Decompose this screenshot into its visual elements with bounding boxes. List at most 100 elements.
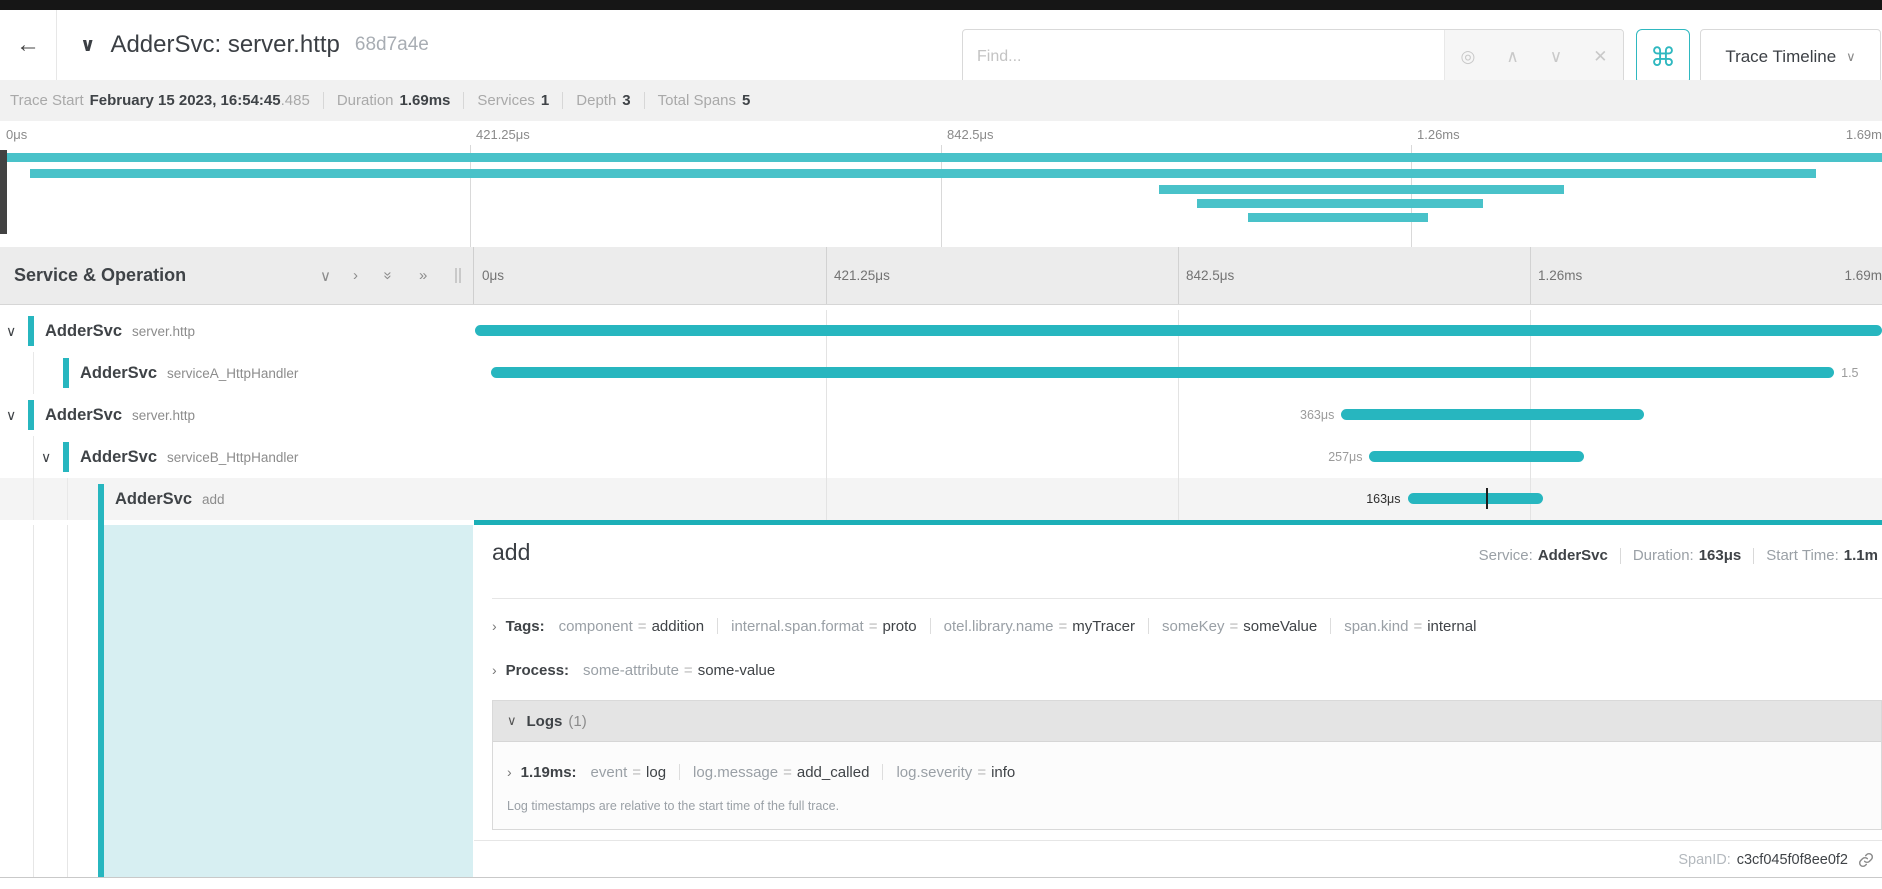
span-name-cell[interactable]: ∨AdderSvcserver.http (0, 310, 474, 352)
timeline-tick-line (1178, 247, 1179, 304)
kv-key: log.message (693, 764, 778, 781)
separator (679, 764, 680, 780)
minimap-span-bar (5, 153, 1882, 162)
log-fields-list: event=loglog.message=add_calledlog.sever… (591, 764, 1016, 781)
chevron-down-icon[interactable]: ∨ (80, 34, 95, 57)
timeline-tick-label: 1.69m (1844, 247, 1882, 304)
operation-name: server.http (132, 408, 195, 423)
back-button[interactable]: ← (0, 10, 57, 81)
span-id-label: SpanID: (1678, 852, 1730, 868)
span-row[interactable]: ∨AdderSvcserver.http 363μs (0, 394, 1882, 436)
logs-header[interactable]: ∨ Logs (1) (493, 701, 1881, 742)
tags-section-row[interactable]: › Tags: component=additioninternal.span.… (492, 611, 1882, 641)
expand-chevron-icon[interactable]: ∨ (6, 394, 16, 436)
kv-value: some-value (698, 662, 776, 679)
trace-minimap[interactable]: 0μs 421.25μs 842.5μs 1.26ms 1.69m (0, 121, 1882, 248)
chevron-right-icon: › (492, 662, 497, 678)
minimap-span-bar (30, 169, 1816, 178)
separator (930, 618, 931, 634)
find-icon-zone: ◎ ∧ ∨ ✕ (1444, 30, 1623, 84)
services-value: 1 (541, 92, 549, 109)
chevron-right-icon: › (492, 618, 497, 634)
span-duration-label: 257μs (1328, 436, 1362, 478)
kv-value: addition (652, 618, 705, 635)
span-bar[interactable] (1408, 493, 1544, 504)
span-name[interactable]: AdderSvcserviceA_HttpHandler (0, 352, 474, 394)
link-icon[interactable] (1858, 852, 1874, 868)
expand-one-chevron-right-icon[interactable]: › (353, 247, 358, 304)
trace-header: ← ∨ AdderSvc: server.http 68d7a4e ◎ ∧ ∨ … (0, 10, 1882, 80)
kv-value: myTracer (1072, 618, 1135, 635)
span-name[interactable]: AdderSvcserver.http (0, 310, 474, 352)
logs-label: Logs (527, 713, 563, 730)
span-row[interactable]: ∨AdderSvcserviceB_HttpHandler 257μs (0, 436, 1882, 478)
span-row[interactable]: ∨AdderSvcserver.http (0, 310, 1882, 352)
keyboard-shortcuts-button[interactable]: ⌘ (1636, 29, 1690, 85)
span-name-cell[interactable]: AdderSvcserviceA_HttpHandler (0, 352, 474, 394)
span-bar[interactable] (475, 325, 1882, 336)
span-name[interactable]: AdderSvcadd (0, 478, 474, 520)
prev-match-chevron-up-icon[interactable]: ∧ (1506, 47, 1518, 67)
column-resizer-grip[interactable] (459, 268, 461, 283)
double-chevron-down-icon: » (380, 271, 397, 279)
next-match-chevron-down-icon[interactable]: ∨ (1550, 47, 1562, 67)
collapse-all-icon[interactable]: » (384, 247, 392, 304)
kv-key: internal.span.format (731, 618, 864, 635)
kv-value: info (991, 764, 1015, 781)
kv-key: otel.library.name (944, 618, 1054, 635)
tree-guide-line (33, 525, 34, 877)
range-drag-handle[interactable] (0, 150, 7, 234)
span-bar[interactable] (1341, 409, 1644, 420)
expand-chevron-icon[interactable]: ∨ (6, 310, 16, 352)
separator (562, 92, 563, 109)
operation-name: add (202, 492, 225, 507)
minimap-tick-label: 1.69m (1846, 127, 1882, 142)
view-selector-button[interactable]: Trace Timeline ∨ (1700, 29, 1881, 85)
minimap-tick-label: 421.25μs (476, 127, 530, 142)
start-time-value: 1.1m (1844, 547, 1878, 564)
span-row[interactable]: AdderSvcserviceA_HttpHandler1.5 (0, 352, 1882, 394)
separator (1620, 548, 1621, 564)
logs-count: (1) (568, 713, 586, 730)
timeline-grid-line (1178, 310, 1179, 520)
kv-key: some-attribute (583, 662, 679, 679)
jaeger-trace-page: ← ∨ AdderSvc: server.http 68d7a4e ◎ ∧ ∨ … (0, 0, 1882, 889)
duration-value: 163μs (1699, 547, 1742, 564)
span-row[interactable]: AdderSvcadd163μs (0, 478, 1882, 520)
timeline-grid-line (826, 310, 827, 520)
log-timestamp-note: Log timestamps are relative to the start… (507, 799, 839, 813)
process-section-row[interactable]: › Process: some-attribute=some-value (492, 655, 1882, 685)
back-arrow-icon: ← (16, 31, 40, 59)
span-name-cell[interactable]: ∨AdderSvcserver.http (0, 394, 474, 436)
tags-list: component=additioninternal.span.format=p… (559, 618, 1477, 635)
chevron-down-icon: ∨ (1846, 49, 1856, 65)
span-name[interactable]: AdderSvcserver.http (0, 394, 474, 436)
separator (323, 92, 324, 109)
span-bar[interactable] (491, 367, 1834, 378)
kv-equals: = (1413, 618, 1422, 635)
duration-label: Duration: (1633, 547, 1694, 564)
tree-guide-line (33, 436, 34, 478)
timeline-column-header: Service & Operation ∨ › » » 0μs 421.25μs… (0, 247, 1882, 305)
depth-label: Depth (576, 92, 616, 109)
locate-icon[interactable]: ◎ (1461, 47, 1476, 67)
find-input[interactable] (963, 30, 1444, 84)
service-label: Service: (1479, 547, 1533, 564)
kv-value: log (646, 764, 666, 781)
clear-search-icon[interactable]: ✕ (1593, 47, 1607, 67)
trace-start-label: Trace Start (10, 92, 84, 109)
bottom-border (0, 877, 1882, 878)
span-name-cell[interactable]: ∨AdderSvcserviceB_HttpHandler (0, 436, 474, 478)
span-bar[interactable] (1369, 451, 1583, 462)
expand-all-icon[interactable]: » (419, 247, 427, 304)
log-entry-row[interactable]: › 1.19ms: event=loglog.message=add_calle… (507, 757, 1015, 787)
column-resizer-grip[interactable] (455, 268, 457, 283)
minimap-span-bar (1159, 185, 1564, 194)
service-accent-bar (98, 484, 104, 514)
expand-chevron-icon[interactable]: ∨ (41, 436, 51, 478)
span-name[interactable]: AdderSvcserviceB_HttpHandler (0, 436, 474, 478)
collapse-one-chevron-down-icon[interactable]: ∨ (320, 247, 331, 304)
span-name-cell[interactable]: AdderSvcadd (0, 478, 474, 520)
span-duration-label: 363μs (1300, 394, 1334, 436)
column-divider[interactable] (473, 247, 474, 304)
